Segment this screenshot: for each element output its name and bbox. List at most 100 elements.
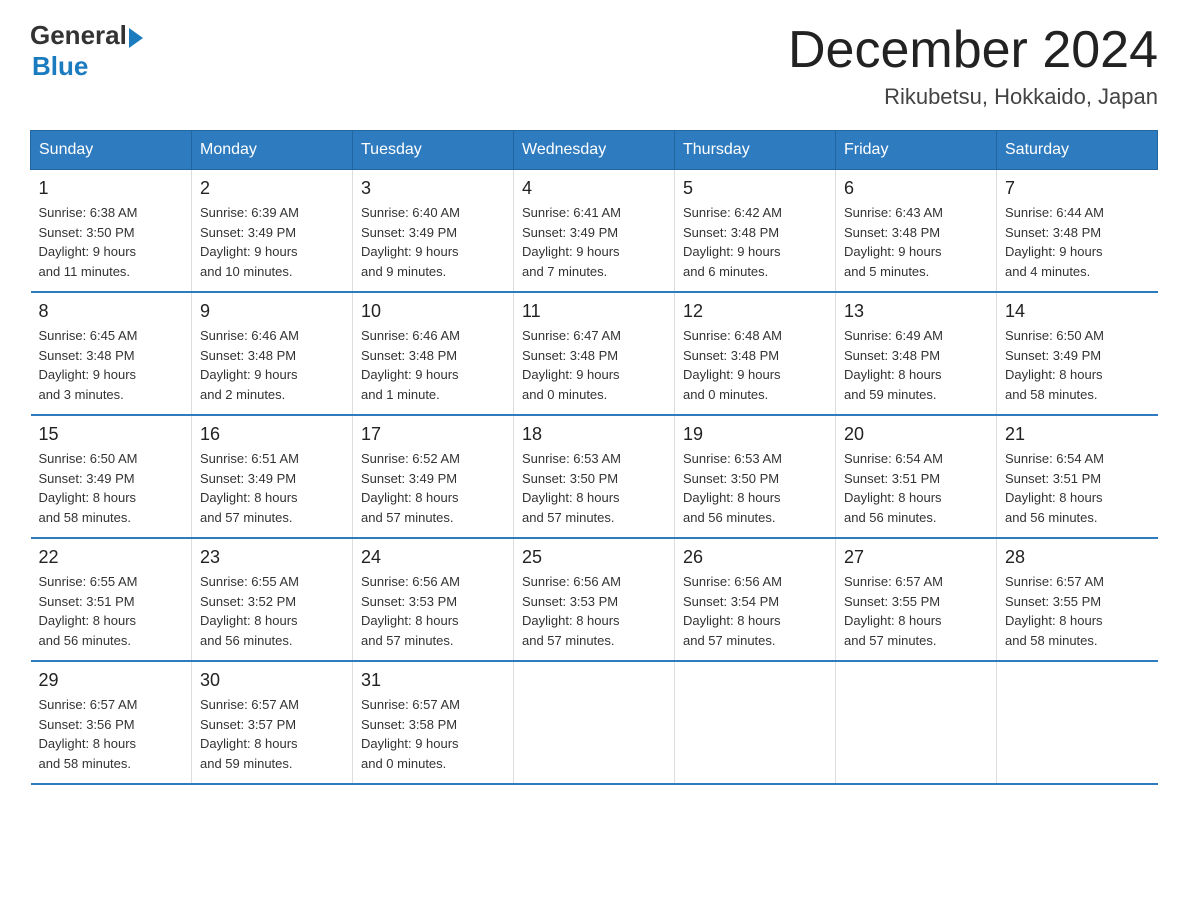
weekday-header-tuesday: Tuesday: [353, 131, 514, 170]
month-title: December 2024: [788, 20, 1158, 80]
logo: General Blue: [30, 20, 143, 82]
day-number: 10: [361, 301, 505, 322]
day-info: Sunrise: 6:43 AM Sunset: 3:48 PM Dayligh…: [844, 203, 988, 281]
calendar-cell: 5 Sunrise: 6:42 AM Sunset: 3:48 PM Daylig…: [675, 170, 836, 293]
calendar-cell: 22 Sunrise: 6:55 AM Sunset: 3:51 PM Dayli…: [31, 538, 192, 661]
day-info: Sunrise: 6:49 AM Sunset: 3:48 PM Dayligh…: [844, 326, 988, 404]
day-number: 2: [200, 178, 344, 199]
calendar-cell: 2 Sunrise: 6:39 AM Sunset: 3:49 PM Daylig…: [192, 170, 353, 293]
calendar-cell: 3Sunrise: 6:40 AM Sunset: 3:49 PM Daylig…: [353, 170, 514, 293]
day-info: Sunrise: 6:39 AM Sunset: 3:49 PM Dayligh…: [200, 203, 344, 281]
calendar-cell: 23Sunrise: 6:55 AM Sunset: 3:52 PM Dayli…: [192, 538, 353, 661]
day-number: 17: [361, 424, 505, 445]
calendar-table: SundayMondayTuesdayWednesdayThursdayFrid…: [30, 130, 1158, 785]
calendar-cell: 1 Sunrise: 6:38 AM Sunset: 3:50 PM Daylig…: [31, 170, 192, 293]
day-info: Sunrise: 6:56 AM Sunset: 3:54 PM Dayligh…: [683, 572, 827, 650]
calendar-cell: 27 Sunrise: 6:57 AM Sunset: 3:55 PM Dayli…: [836, 538, 997, 661]
calendar-cell: 29Sunrise: 6:57 AM Sunset: 3:56 PM Dayli…: [31, 661, 192, 784]
day-number: 4: [522, 178, 666, 199]
day-number: 12: [683, 301, 827, 322]
day-number: 18: [522, 424, 666, 445]
weekday-header-saturday: Saturday: [997, 131, 1158, 170]
day-number: 1: [39, 178, 184, 199]
day-info: Sunrise: 6:56 AM Sunset: 3:53 PM Dayligh…: [522, 572, 666, 650]
day-info: Sunrise: 6:45 AM Sunset: 3:48 PM Dayligh…: [39, 326, 184, 404]
day-info: Sunrise: 6:53 AM Sunset: 3:50 PM Dayligh…: [522, 449, 666, 527]
weekday-header-row: SundayMondayTuesdayWednesdayThursdayFrid…: [31, 131, 1158, 170]
day-number: 19: [683, 424, 827, 445]
calendar-cell: 11 Sunrise: 6:47 AM Sunset: 3:48 PM Dayli…: [514, 292, 675, 415]
weekday-header-wednesday: Wednesday: [514, 131, 675, 170]
calendar-cell: 4Sunrise: 6:41 AM Sunset: 3:49 PM Daylig…: [514, 170, 675, 293]
weekday-header-friday: Friday: [836, 131, 997, 170]
day-number: 7: [1005, 178, 1150, 199]
day-info: Sunrise: 6:48 AM Sunset: 3:48 PM Dayligh…: [683, 326, 827, 404]
day-info: Sunrise: 6:42 AM Sunset: 3:48 PM Dayligh…: [683, 203, 827, 281]
day-number: 20: [844, 424, 988, 445]
day-number: 23: [200, 547, 344, 568]
day-info: Sunrise: 6:57 AM Sunset: 3:55 PM Dayligh…: [844, 572, 988, 650]
calendar-cell: 20 Sunrise: 6:54 AM Sunset: 3:51 PM Dayli…: [836, 415, 997, 538]
logo-blue-text: Blue: [32, 51, 88, 82]
day-info: Sunrise: 6:57 AM Sunset: 3:58 PM Dayligh…: [361, 695, 505, 773]
logo-general-text: General: [30, 20, 127, 51]
day-number: 14: [1005, 301, 1150, 322]
day-info: Sunrise: 6:51 AM Sunset: 3:49 PM Dayligh…: [200, 449, 344, 527]
calendar-week-row: 1 Sunrise: 6:38 AM Sunset: 3:50 PM Daylig…: [31, 170, 1158, 293]
calendar-cell: 19 Sunrise: 6:53 AM Sunset: 3:50 PM Dayli…: [675, 415, 836, 538]
weekday-header-monday: Monday: [192, 131, 353, 170]
calendar-cell: 16 Sunrise: 6:51 AM Sunset: 3:49 PM Dayli…: [192, 415, 353, 538]
day-info: Sunrise: 6:54 AM Sunset: 3:51 PM Dayligh…: [844, 449, 988, 527]
calendar-cell: 28Sunrise: 6:57 AM Sunset: 3:55 PM Dayli…: [997, 538, 1158, 661]
day-info: Sunrise: 6:46 AM Sunset: 3:48 PM Dayligh…: [200, 326, 344, 404]
day-number: 29: [39, 670, 184, 691]
day-info: Sunrise: 6:44 AM Sunset: 3:48 PM Dayligh…: [1005, 203, 1150, 281]
calendar-cell: 14 Sunrise: 6:50 AM Sunset: 3:49 PM Dayli…: [997, 292, 1158, 415]
day-number: 22: [39, 547, 184, 568]
calendar-cell: 10 Sunrise: 6:46 AM Sunset: 3:48 PM Dayli…: [353, 292, 514, 415]
calendar-cell: [997, 661, 1158, 784]
day-number: 13: [844, 301, 988, 322]
day-info: Sunrise: 6:38 AM Sunset: 3:50 PM Dayligh…: [39, 203, 184, 281]
title-section: December 2024 Rikubetsu, Hokkaido, Japan: [788, 20, 1158, 110]
day-info: Sunrise: 6:54 AM Sunset: 3:51 PM Dayligh…: [1005, 449, 1150, 527]
calendar-cell: [836, 661, 997, 784]
weekday-header-sunday: Sunday: [31, 131, 192, 170]
day-number: 27: [844, 547, 988, 568]
day-number: 9: [200, 301, 344, 322]
day-info: Sunrise: 6:46 AM Sunset: 3:48 PM Dayligh…: [361, 326, 505, 404]
day-info: Sunrise: 6:52 AM Sunset: 3:49 PM Dayligh…: [361, 449, 505, 527]
day-number: 21: [1005, 424, 1150, 445]
calendar-cell: 21 Sunrise: 6:54 AM Sunset: 3:51 PM Dayli…: [997, 415, 1158, 538]
day-number: 16: [200, 424, 344, 445]
calendar-cell: 24 Sunrise: 6:56 AM Sunset: 3:53 PM Dayli…: [353, 538, 514, 661]
calendar-cell: 12 Sunrise: 6:48 AM Sunset: 3:48 PM Dayli…: [675, 292, 836, 415]
calendar-cell: 15 Sunrise: 6:50 AM Sunset: 3:49 PM Dayli…: [31, 415, 192, 538]
day-info: Sunrise: 6:56 AM Sunset: 3:53 PM Dayligh…: [361, 572, 505, 650]
calendar-cell: 25Sunrise: 6:56 AM Sunset: 3:53 PM Dayli…: [514, 538, 675, 661]
day-number: 24: [361, 547, 505, 568]
calendar-cell: 9 Sunrise: 6:46 AM Sunset: 3:48 PM Daylig…: [192, 292, 353, 415]
calendar-cell: 17 Sunrise: 6:52 AM Sunset: 3:49 PM Dayli…: [353, 415, 514, 538]
day-info: Sunrise: 6:47 AM Sunset: 3:48 PM Dayligh…: [522, 326, 666, 404]
day-number: 26: [683, 547, 827, 568]
calendar-cell: 7 Sunrise: 6:44 AM Sunset: 3:48 PM Daylig…: [997, 170, 1158, 293]
day-number: 3: [361, 178, 505, 199]
calendar-week-row: 29Sunrise: 6:57 AM Sunset: 3:56 PM Dayli…: [31, 661, 1158, 784]
calendar-cell: 8Sunrise: 6:45 AM Sunset: 3:48 PM Daylig…: [31, 292, 192, 415]
day-number: 11: [522, 301, 666, 322]
day-number: 15: [39, 424, 184, 445]
calendar-cell: 30Sunrise: 6:57 AM Sunset: 3:57 PM Dayli…: [192, 661, 353, 784]
calendar-week-row: 8Sunrise: 6:45 AM Sunset: 3:48 PM Daylig…: [31, 292, 1158, 415]
day-info: Sunrise: 6:50 AM Sunset: 3:49 PM Dayligh…: [1005, 326, 1150, 404]
day-number: 6: [844, 178, 988, 199]
calendar-cell: [675, 661, 836, 784]
day-info: Sunrise: 6:50 AM Sunset: 3:49 PM Dayligh…: [39, 449, 184, 527]
day-info: Sunrise: 6:55 AM Sunset: 3:51 PM Dayligh…: [39, 572, 184, 650]
day-number: 5: [683, 178, 827, 199]
logo-arrow-icon: [129, 28, 143, 48]
day-number: 30: [200, 670, 344, 691]
day-number: 31: [361, 670, 505, 691]
day-info: Sunrise: 6:57 AM Sunset: 3:55 PM Dayligh…: [1005, 572, 1150, 650]
day-info: Sunrise: 6:53 AM Sunset: 3:50 PM Dayligh…: [683, 449, 827, 527]
